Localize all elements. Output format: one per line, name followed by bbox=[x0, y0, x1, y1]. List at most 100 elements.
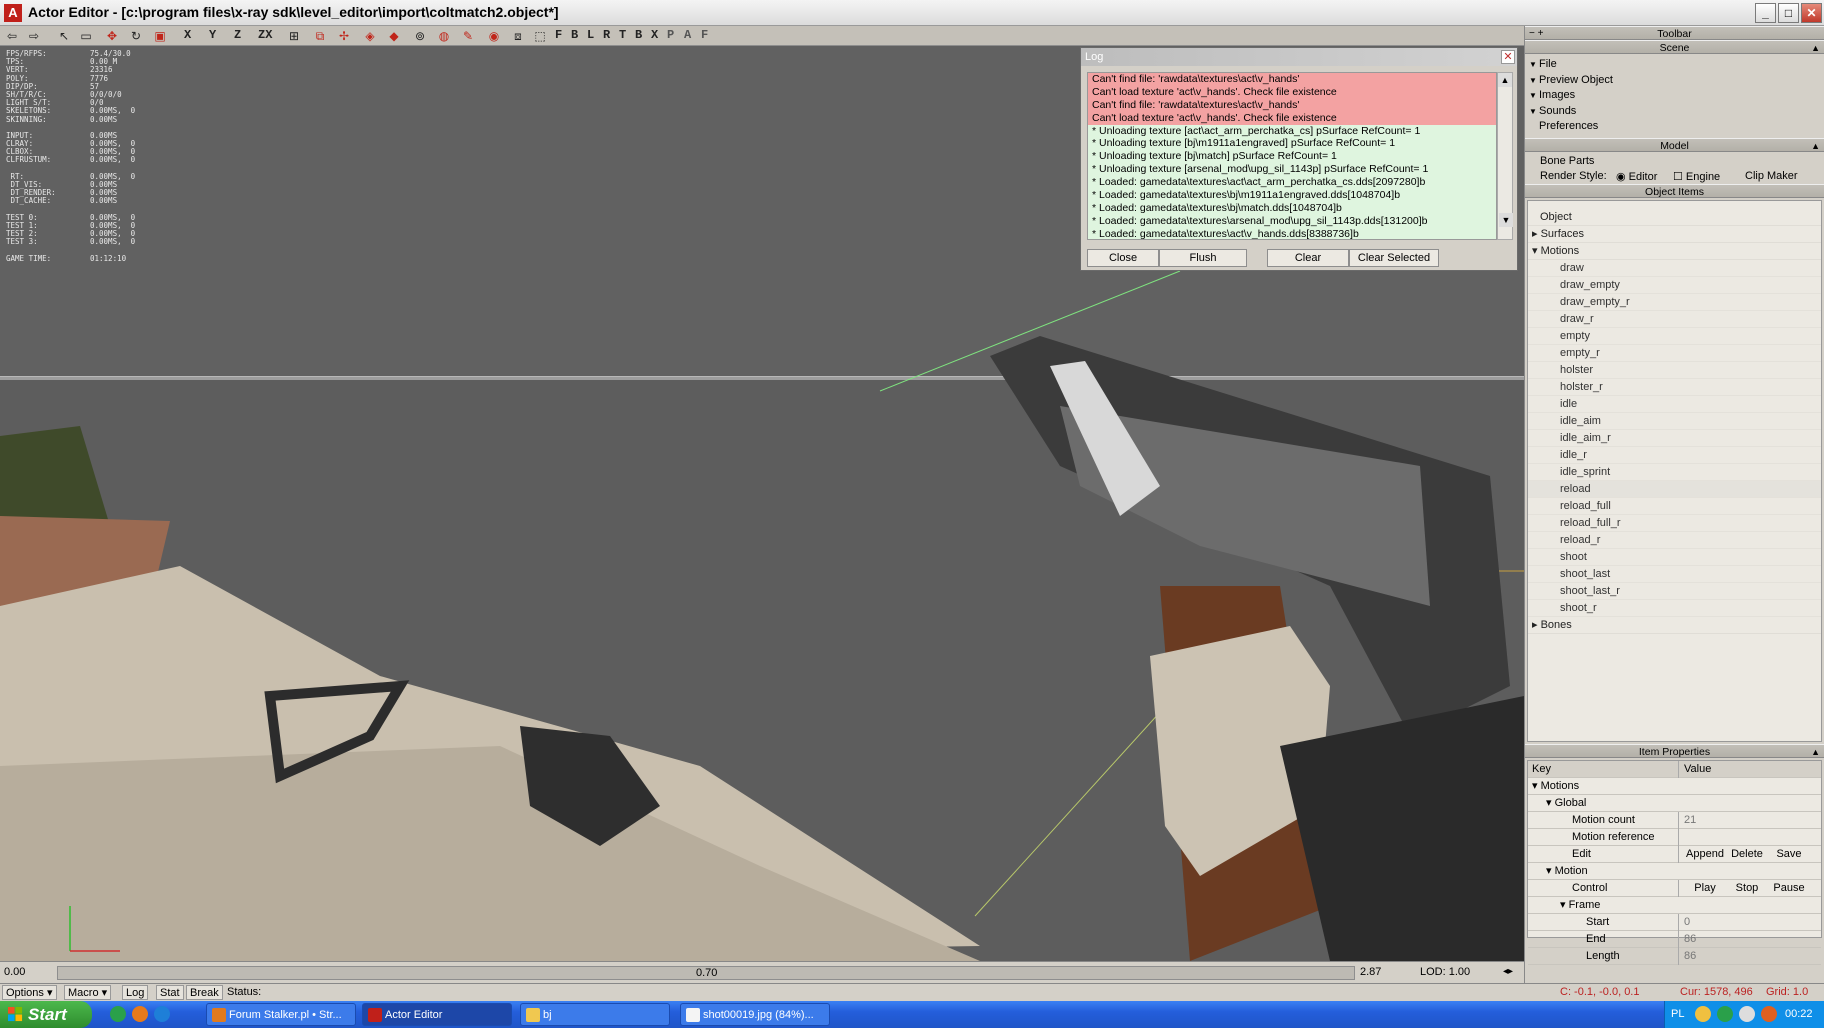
motion-item[interactable]: shoot_last_r bbox=[1528, 583, 1821, 600]
collapse-icon[interactable]: ▲ bbox=[1811, 139, 1820, 153]
camera-icon[interactable]: ◍ bbox=[436, 28, 452, 44]
tree-object[interactable]: Object bbox=[1528, 209, 1821, 226]
view-left-button[interactable]: L bbox=[587, 28, 594, 42]
log-line[interactable]: Can't load texture 'act\v_hands'. Check … bbox=[1088, 85, 1496, 99]
view-reset-button[interactable]: X bbox=[651, 28, 658, 42]
scale-icon[interactable]: ▣ bbox=[152, 28, 168, 44]
expand-icon[interactable]: ▸ bbox=[1532, 228, 1541, 240]
redo-icon[interactable]: ⇨ bbox=[26, 28, 42, 44]
scene-menu-item[interactable]: ▼ Images bbox=[1529, 88, 1824, 104]
log-clear-button[interactable]: Clear bbox=[1267, 249, 1349, 267]
log-list[interactable]: Can't find file: 'rawdata\textures\act\v… bbox=[1087, 72, 1497, 240]
tree-surfaces[interactable]: ▸ Surfaces bbox=[1528, 226, 1821, 243]
view-right-button[interactable]: R bbox=[603, 28, 610, 42]
stop-button[interactable]: Stop bbox=[1726, 880, 1768, 897]
collapse-icon[interactable]: ▾ bbox=[1560, 899, 1569, 911]
scene-menu-item[interactable]: ▼ Sounds bbox=[1529, 104, 1824, 120]
motion-item[interactable]: shoot_r bbox=[1528, 600, 1821, 617]
snap-icon[interactable]: ⊞ bbox=[286, 28, 302, 44]
collapse-icon[interactable]: ▾ bbox=[1532, 780, 1541, 792]
log-flush-button[interactable]: Flush bbox=[1159, 249, 1247, 267]
timeline-track[interactable]: 0.70 bbox=[57, 966, 1355, 980]
move-to-icon[interactable]: ⊚ bbox=[412, 28, 428, 44]
bone-parts-button[interactable]: Bone Parts bbox=[1540, 155, 1594, 167]
render-editor-radio[interactable]: ◉ Editor bbox=[1616, 170, 1657, 183]
motion-item[interactable]: shoot bbox=[1528, 549, 1821, 566]
view-back-button[interactable]: B bbox=[571, 28, 578, 42]
zoom-extents-icon[interactable]: ⧈ bbox=[510, 28, 526, 44]
close-window-button[interactable]: ✕ bbox=[1801, 3, 1822, 23]
zoom-selected-icon[interactable]: ⬚ bbox=[532, 28, 548, 44]
view-bottom-button[interactable]: B bbox=[635, 28, 642, 42]
pause-button[interactable]: Pause bbox=[1768, 880, 1810, 897]
collapse-icon[interactable]: ▲ bbox=[1811, 745, 1820, 759]
model-header[interactable]: Model ▲ bbox=[1525, 137, 1824, 153]
tray-sun-icon[interactable] bbox=[1695, 1006, 1711, 1022]
item-properties-header[interactable]: Item Properties ▲ bbox=[1525, 743, 1824, 759]
scene-menu-item[interactable]: Preferences bbox=[1529, 119, 1824, 135]
break-button[interactable]: Break bbox=[186, 985, 223, 1000]
end-value[interactable]: 86 bbox=[1678, 930, 1808, 948]
normal-snap-icon[interactable]: ◆ bbox=[386, 28, 402, 44]
taskbar-button[interactable]: Forum Stalker.pl • Str... bbox=[206, 1003, 356, 1026]
collapse-icon[interactable]: ▼ bbox=[1529, 88, 1539, 104]
prop-frame[interactable]: ▾ Frame bbox=[1528, 897, 1821, 914]
motion-item[interactable]: empty bbox=[1528, 328, 1821, 345]
prop-global[interactable]: ▾ Global bbox=[1528, 795, 1821, 812]
axis-x-button[interactable]: X bbox=[184, 28, 191, 42]
log-line[interactable]: * Loaded: gamedata\textures\act\act_arm_… bbox=[1088, 176, 1496, 190]
maximize-button[interactable]: □ bbox=[1778, 3, 1799, 23]
log-line[interactable]: * Unloading texture [arsenal_mod\upg_sil… bbox=[1088, 163, 1496, 177]
motion-item[interactable]: idle_aim_r bbox=[1528, 430, 1821, 447]
expand-icon[interactable]: ▸ bbox=[1532, 619, 1541, 631]
language-indicator[interactable]: PL bbox=[1671, 1008, 1684, 1020]
taskbar-button[interactable]: Actor Editor bbox=[362, 1003, 512, 1026]
grid-snap-icon[interactable]: ⧉ bbox=[312, 28, 328, 44]
toolbar-header[interactable]: − + Toolbar bbox=[1525, 26, 1824, 40]
motion-reference-value[interactable] bbox=[1678, 828, 1808, 846]
motion-item[interactable]: idle_sprint bbox=[1528, 464, 1821, 481]
tree-bones[interactable]: ▸ Bones bbox=[1528, 617, 1821, 634]
collapse-icon[interactable]: ▼ bbox=[1529, 73, 1539, 89]
delete-button[interactable]: Delete bbox=[1726, 846, 1768, 863]
options-menu[interactable]: Options ▾ bbox=[2, 985, 57, 1000]
motion-item[interactable]: draw bbox=[1528, 260, 1821, 277]
vertex-snap-icon[interactable]: ✢ bbox=[336, 28, 352, 44]
stat-button[interactable]: Stat bbox=[156, 985, 184, 1000]
rotate-icon[interactable]: ↻ bbox=[128, 28, 144, 44]
clip-maker-button[interactable]: Clip Maker bbox=[1745, 170, 1798, 182]
scroll-up-icon[interactable]: ▲ bbox=[1498, 73, 1512, 87]
view-perspective-button[interactable]: P bbox=[667, 28, 674, 42]
scene-menu-item[interactable]: ▼ Preview Object bbox=[1529, 73, 1824, 89]
object-items-tree[interactable]: Object ▸ Surfaces ▾ Motions draw draw_emp… bbox=[1527, 199, 1822, 742]
pin-icon[interactable]: − + bbox=[1529, 27, 1543, 41]
messenger-icon[interactable] bbox=[110, 1006, 126, 1022]
collapse-icon[interactable]: ▲ bbox=[1811, 41, 1820, 55]
log-line[interactable]: Can't load texture 'act\v_hands'. Check … bbox=[1088, 111, 1496, 125]
prop-motion[interactable]: ▾ Motion bbox=[1528, 863, 1821, 880]
select-icon[interactable]: ↖ bbox=[56, 28, 72, 44]
view-top-button[interactable]: T bbox=[619, 28, 626, 42]
log-line[interactable]: Can't find file: 'rawdata\textures\act\v… bbox=[1088, 98, 1496, 112]
scene-menu-item[interactable]: ▼ File bbox=[1529, 57, 1824, 73]
axis-y-button[interactable]: Y bbox=[209, 28, 216, 42]
collapse-icon[interactable]: ▾ bbox=[1532, 245, 1541, 257]
append-button[interactable]: Append bbox=[1684, 846, 1726, 863]
prop-motion-reference[interactable]: Motion reference bbox=[1528, 828, 1821, 846]
firefox-icon[interactable] bbox=[132, 1006, 148, 1022]
taskbar-button[interactable]: shot00019.jpg (84%)... bbox=[680, 1003, 830, 1026]
motion-item[interactable]: holster_r bbox=[1528, 379, 1821, 396]
render-engine-checkbox[interactable]: ☐ Engine bbox=[1673, 170, 1720, 183]
minimize-button[interactable]: _ bbox=[1755, 3, 1776, 23]
lod-value[interactable]: LOD: 1.00 bbox=[1420, 966, 1470, 978]
motion-item[interactable]: draw_r bbox=[1528, 311, 1821, 328]
log-line[interactable]: * Unloading texture [bj\m1911a1engraved]… bbox=[1088, 137, 1496, 151]
motion-item[interactable]: shoot_last bbox=[1528, 566, 1821, 583]
move-icon[interactable]: ✥ bbox=[104, 28, 120, 44]
add-icon[interactable]: ▭ bbox=[78, 28, 94, 44]
collapse-icon[interactable]: ▾ bbox=[1546, 865, 1555, 877]
log-scrollbar[interactable]: ▲ ▼ bbox=[1497, 72, 1513, 240]
motion-item[interactable]: reload_full bbox=[1528, 498, 1821, 515]
axis-z-button[interactable]: Z bbox=[234, 28, 241, 42]
log-clear-selected-button[interactable]: Clear Selected bbox=[1349, 249, 1439, 267]
